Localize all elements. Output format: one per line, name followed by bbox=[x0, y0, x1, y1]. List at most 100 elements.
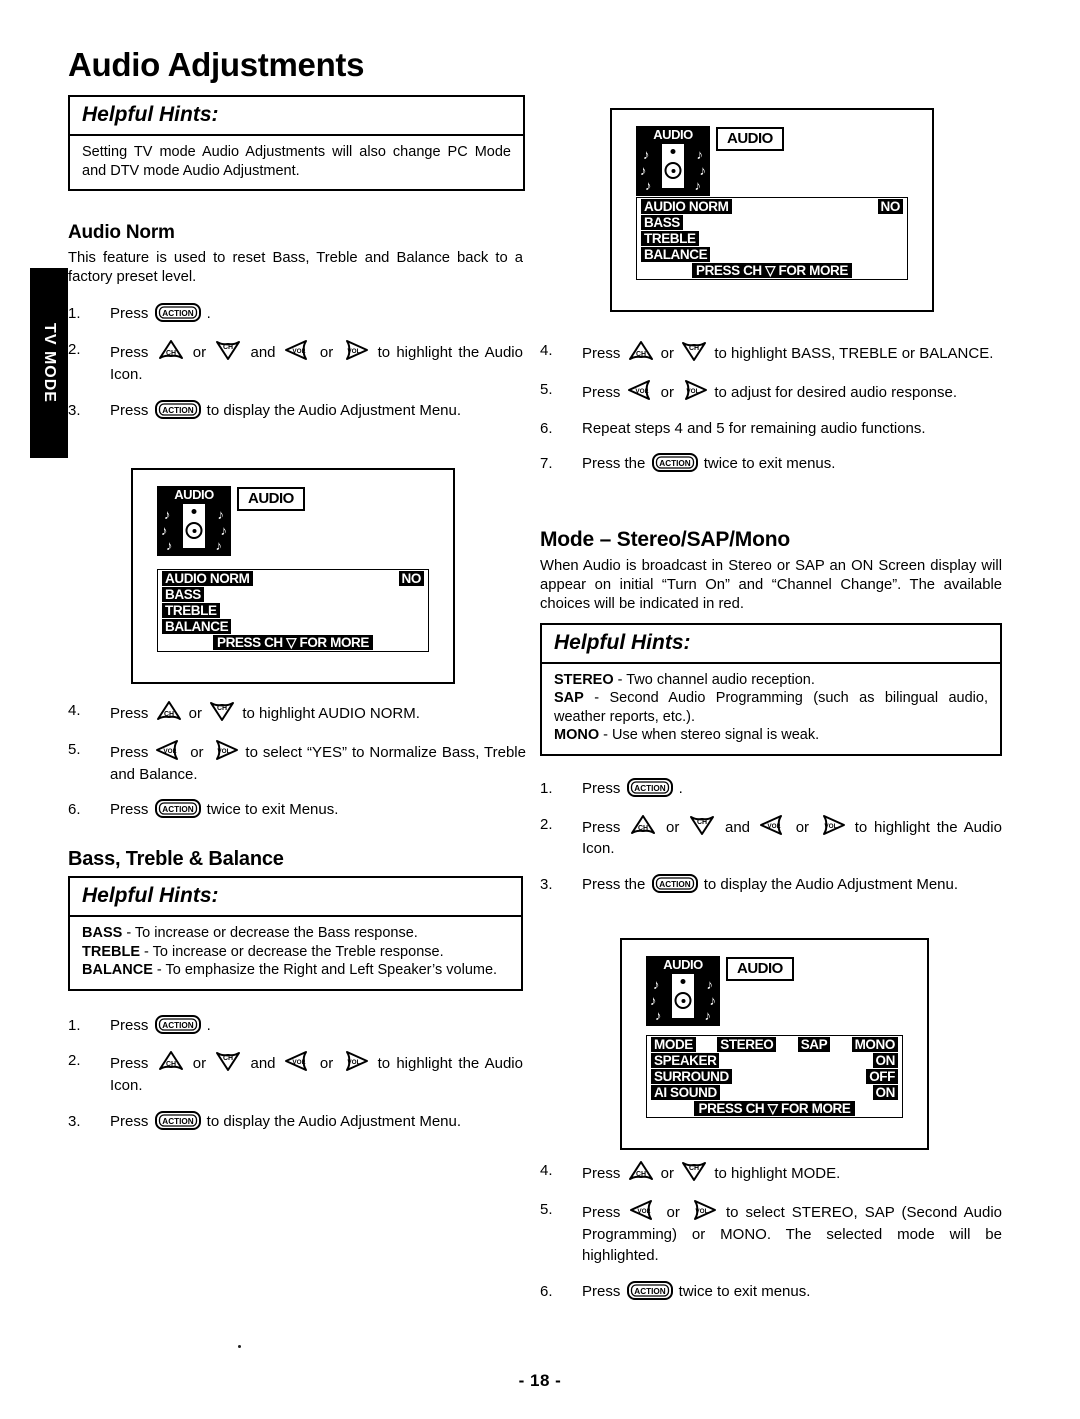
action-button-icon: ACTION bbox=[154, 1110, 201, 1130]
audio-icon-label: AUDIO bbox=[653, 127, 693, 142]
step-text: twice to exit Menus. bbox=[202, 801, 339, 819]
step-text: Press bbox=[582, 1203, 628, 1221]
svg-text:VOL: VOL bbox=[638, 1208, 651, 1215]
hint-dash: - bbox=[122, 925, 135, 941]
svg-text:VOL: VOL bbox=[348, 348, 361, 355]
step-text: to display the Audio Adjustment Menu. bbox=[202, 401, 462, 419]
step-number: 6. bbox=[540, 419, 553, 437]
osd-menu-row[interactable]: BALANCE bbox=[637, 246, 907, 262]
hint-text: To increase or decrease the Bass respons… bbox=[134, 925, 418, 941]
music-note-icon: ♪ bbox=[653, 977, 660, 992]
volume-down-button-icon: VOL bbox=[629, 1199, 657, 1221]
hint-term: BALANCE bbox=[82, 962, 153, 979]
osd-menu-label: AI SOUND bbox=[651, 1084, 720, 1100]
step-text: . bbox=[202, 305, 211, 323]
hint-dash: - bbox=[613, 671, 627, 688]
osd-mode-option[interactable]: STEREO bbox=[717, 1036, 777, 1052]
osd-menu-row[interactable]: AUDIO NORM NO bbox=[637, 198, 907, 214]
instruction-step: 2. Press CH or CH and VOL or VOL to highl… bbox=[68, 1050, 523, 1097]
osd-mode-list: MODE STEREO SAP MONO SPEAKER ON SURROUND OFF AI … bbox=[646, 1035, 903, 1118]
step-text: . bbox=[674, 779, 683, 797]
svg-text:ACTION: ACTION bbox=[162, 309, 193, 318]
osd-menu-row[interactable]: AI SOUND ON bbox=[647, 1084, 902, 1100]
step-text: or bbox=[656, 345, 679, 362]
hint-term: MONO bbox=[554, 727, 600, 744]
channel-down-button-icon: CH bbox=[680, 340, 708, 362]
audio-speaker-icon: AUDIO ♪ ♪ ♪ ♪ ♪ ♪ bbox=[636, 126, 710, 196]
osd-audio-menu-left: AUDIO ♪ ♪ ♪ ♪ ♪ ♪ AUDIO AUDIO NORM NO BASS… bbox=[131, 468, 455, 684]
svg-text:VOL: VOL bbox=[767, 823, 780, 830]
step-number: 3. bbox=[540, 876, 553, 894]
osd-menu-row[interactable]: TREBLE bbox=[158, 602, 428, 618]
instruction-step: 2. Press CH or CH and VOL or VOL to highl… bbox=[540, 814, 1002, 861]
woofer-icon bbox=[664, 162, 682, 179]
instruction-step: 6. Press ACTION twice to exit menus. bbox=[540, 1281, 1002, 1303]
osd-menu-row[interactable]: SURROUND OFF bbox=[647, 1068, 902, 1084]
svg-text:CH: CH bbox=[689, 345, 699, 352]
osd-footer-text: PRESS CH ▽ FOR MORE bbox=[694, 1101, 855, 1116]
step-text: Press bbox=[110, 801, 153, 819]
speaker-box-icon bbox=[661, 143, 685, 189]
svg-text:ACTION: ACTION bbox=[162, 1117, 193, 1126]
step-text: and bbox=[718, 818, 757, 836]
osd-menu-list: AUDIO NORM NO BASS TREBLE BALANCE PRESS CH ▽ … bbox=[636, 197, 908, 280]
music-note-icon: ♪ bbox=[161, 523, 168, 538]
hint-term: TREBLE bbox=[82, 943, 140, 960]
step-text: Press bbox=[110, 401, 153, 419]
svg-text:CH: CH bbox=[697, 819, 707, 826]
osd-menu-row[interactable]: AUDIO NORM NO bbox=[158, 570, 428, 586]
hint-line: BALANCE - To emphasize the Right and Lef… bbox=[82, 961, 509, 980]
instruction-step: 2. Press CH or CH and VOL or VOL to highl… bbox=[68, 339, 523, 386]
instruction-step: 1. Press ACTION . bbox=[540, 777, 1002, 800]
instruction-step: 5. Press VOL or VOL to adjust for desired… bbox=[540, 379, 1002, 404]
osd-icon-row: AUDIO ♪ ♪ ♪ ♪ ♪ ♪ AUDIO bbox=[157, 486, 305, 556]
step-text: to highlight BASS, TREBLE or BALANCE. bbox=[710, 345, 994, 362]
osd-footer-text: PRESS CH ▽ FOR MORE bbox=[212, 635, 374, 650]
music-note-icon: ♪ bbox=[166, 538, 173, 553]
helpful-hints-title: Helpful Hints: bbox=[542, 625, 1000, 664]
osd-menu-row[interactable]: BALANCE bbox=[158, 618, 428, 634]
step-number: 5. bbox=[68, 740, 81, 758]
osd-mode-option[interactable]: SAP bbox=[797, 1036, 831, 1052]
volume-up-button-icon: VOL bbox=[818, 814, 846, 836]
step-text: Press bbox=[110, 743, 154, 761]
hint-term: SAP bbox=[554, 690, 584, 707]
instruction-step: 3. Press ACTION to display the Audio Adju… bbox=[68, 1110, 523, 1133]
step-number: 2. bbox=[540, 815, 553, 833]
osd-mode-option[interactable]: MONO bbox=[851, 1036, 898, 1052]
svg-text:CH: CH bbox=[223, 1055, 233, 1062]
osd-menu-row[interactable]: SPEAKER ON bbox=[647, 1052, 902, 1068]
osd-menu-row[interactable]: BASS bbox=[158, 586, 428, 602]
bass-steps-right-wrap: 4. Press CH or CH to highlight BASS, TREB… bbox=[540, 340, 1002, 475]
channel-up-button-icon: CH bbox=[627, 340, 655, 362]
osd-menu-label: BASS bbox=[641, 214, 683, 230]
osd-mode-row[interactable]: MODE STEREO SAP MONO bbox=[647, 1036, 902, 1052]
action-button-icon: ACTION bbox=[651, 874, 698, 894]
osd-audio-menu-right: AUDIO ♪ ♪ ♪ ♪ ♪ ♪ AUDIO AUDIO NORM NO BASS… bbox=[610, 108, 934, 312]
audio-norm-intro: This feature is used to reset Bass, Treb… bbox=[68, 250, 523, 286]
step-number: 1. bbox=[540, 779, 553, 797]
step-text: Press bbox=[110, 1112, 153, 1130]
osd-menu-label: TREBLE bbox=[641, 230, 699, 246]
step-text: Press bbox=[582, 345, 625, 362]
step-text: Press bbox=[582, 779, 625, 797]
svg-text:VOL: VOL bbox=[292, 348, 305, 355]
action-button-icon: ACTION bbox=[626, 777, 673, 797]
osd-menu-row[interactable]: TREBLE bbox=[637, 230, 907, 246]
channel-down-button-icon: CH bbox=[680, 1160, 708, 1182]
osd-menu-label: TREBLE bbox=[162, 602, 220, 618]
osd-menu-row[interactable]: BASS bbox=[637, 214, 907, 230]
volume-up-button-icon: VOL bbox=[211, 739, 239, 761]
music-note-icon: ♪ bbox=[650, 993, 657, 1008]
instruction-step: 5. Press VOL or VOL to select “YES” to No… bbox=[68, 739, 526, 786]
osd-icon-row: AUDIO ♪ ♪ ♪ ♪ ♪ ♪ AUDIO bbox=[636, 126, 784, 196]
step-text: or bbox=[186, 1055, 213, 1073]
music-note-icon: ♪ bbox=[220, 523, 228, 538]
hint-line: BASS - To increase or decrease the Bass … bbox=[82, 924, 509, 943]
hint-dash: - bbox=[599, 727, 612, 744]
step-number: 2. bbox=[68, 1052, 81, 1070]
action-button-icon: ACTION bbox=[154, 399, 201, 419]
step-number: 6. bbox=[540, 1283, 553, 1300]
osd-menu-label: AUDIO NORM bbox=[641, 198, 732, 214]
action-button-icon: ACTION bbox=[626, 1281, 673, 1300]
